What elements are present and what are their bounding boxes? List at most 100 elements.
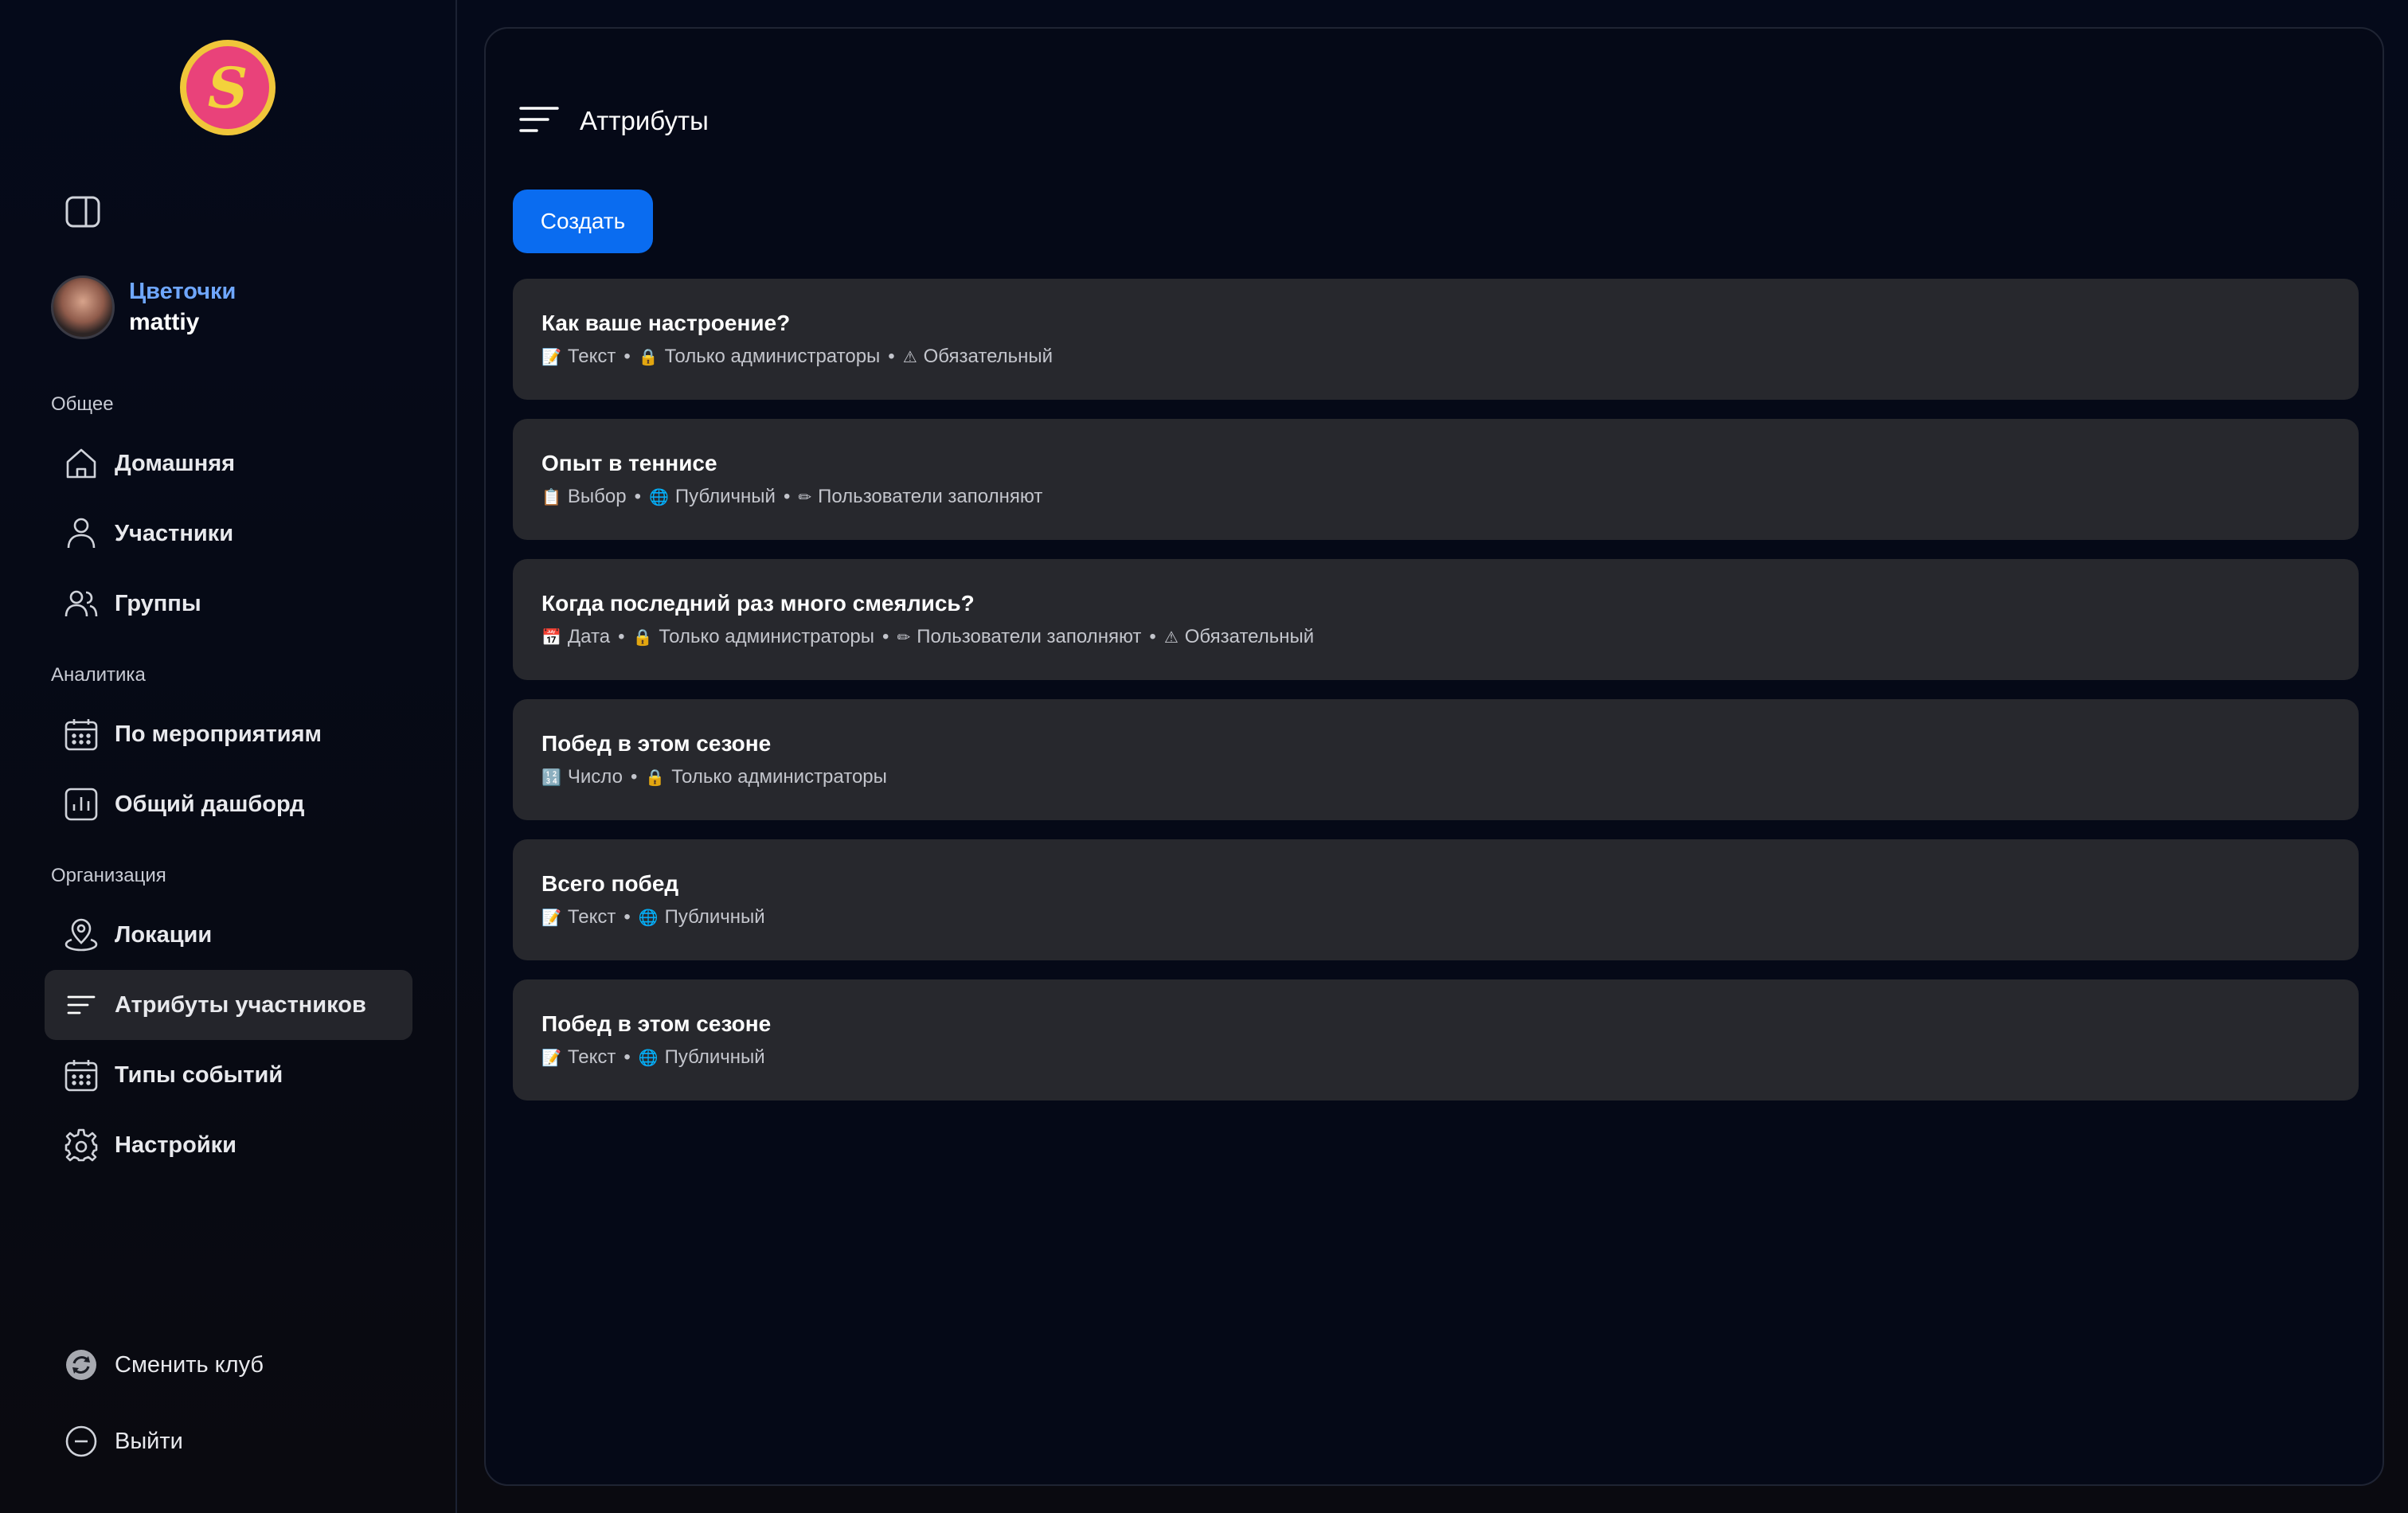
switch-club-button[interactable]: Сменить клуб [45, 1330, 412, 1400]
sidebar-item-locations[interactable]: Локации [45, 900, 412, 970]
meta-tag-icon: 🔒 [632, 627, 653, 647]
meta-tag-label: Обязательный [1184, 626, 1315, 647]
sidebar-item-participants[interactable]: Участники [45, 498, 412, 569]
meta-tag-icon: ✏ [897, 627, 911, 647]
sidebar-item-event-types[interactable]: Типы событий [45, 1040, 412, 1110]
sidebar-item-settings[interactable]: Настройки [45, 1110, 412, 1180]
meta-tag: 🌐 Публичный [639, 1045, 765, 1070]
meta-tag-label: Дата [567, 626, 611, 647]
meta-tag: 🔒 Только администраторы [645, 764, 887, 790]
attribute-card[interactable]: Побед в этом сезоне 📝 Текст • 🌐 Публичный [513, 979, 2359, 1101]
meta-separator: • [882, 626, 889, 647]
meta-tag-icon: 📋 [541, 487, 561, 506]
meta-tag: 📝 Текст [541, 905, 616, 930]
meta-tag: 🌐 Публичный [639, 905, 765, 930]
meta-tag: 🔒 Только администраторы [632, 624, 874, 650]
page-header: Аттрибуты [518, 104, 709, 139]
meta-tag-label: Публичный [674, 486, 776, 507]
sidebar-item-member-attributes[interactable]: Атрибуты участников [45, 970, 412, 1040]
calendar-icon [64, 1058, 99, 1093]
meta-tag: 🌐 Публичный [649, 484, 776, 510]
create-button[interactable]: Создать [513, 190, 653, 253]
meta-tag: ✏ Пользователи заполняют [897, 624, 1141, 650]
page-title: Аттрибуты [580, 106, 709, 135]
attribute-list: Как ваше настроение? 📝 Текст • 🔒 Только админ… [513, 279, 2359, 1120]
app-root: S Цветочки mattiy Общее Домашняя Участни… [0, 0, 2408, 1513]
meta-tag-icon: ⚠ [902, 347, 917, 366]
meta-tag-icon: 📝 [541, 908, 561, 927]
attribute-card[interactable]: Опыт в теннисе 📋 Выбор • 🌐 Публичный • ✏ Пользов… [513, 419, 2359, 540]
meta-tag-icon: 📝 [541, 1048, 561, 1067]
meta-tag-icon: 🌐 [638, 1048, 659, 1067]
location-icon [64, 917, 99, 952]
attribute-meta: 📝 Текст • 🌐 Публичный [541, 1045, 2359, 1070]
sidebar-item-groups[interactable]: Группы [45, 569, 412, 639]
meta-separator: • [634, 486, 642, 507]
user-name: mattiy [129, 309, 200, 335]
calendar-icon [64, 717, 99, 752]
avatar [51, 276, 115, 339]
meta-tag: 📝 Текст [541, 344, 616, 369]
meta-separator: • [624, 1046, 631, 1068]
sidebar-item-home[interactable]: Домашняя [45, 428, 412, 498]
meta-tag-label: Пользователи заполняют [917, 626, 1142, 647]
club-logo[interactable]: S [180, 40, 276, 135]
meta-tag-label: Выбор [567, 486, 627, 507]
users-icon [64, 586, 99, 621]
meta-tag: ⚠ Обязательный [1164, 624, 1314, 650]
attribute-card[interactable]: Когда последний раз много смеялись? 📅 Дата… [513, 559, 2359, 680]
attribute-title: Всего побед [541, 871, 679, 896]
main-panel: Аттрибуты Создать Как ваше настроение? 📝 Т… [484, 27, 2384, 1486]
meta-tag-label: Текст [567, 346, 616, 367]
user-profile[interactable]: Цветочки mattiy [51, 276, 236, 339]
attribute-meta: 📝 Текст • 🌐 Публичный [541, 905, 2359, 930]
meta-tag-label: Только администраторы [659, 626, 875, 647]
attribute-card[interactable]: Как ваше настроение? 📝 Текст • 🔒 Только админ… [513, 279, 2359, 400]
meta-tag: 🔢 Число [541, 764, 623, 790]
meta-tag-label: Число [567, 766, 623, 788]
meta-separator: • [624, 346, 631, 367]
attribute-card[interactable]: Побед в этом сезоне 🔢 Число • 🔒 Только админи… [513, 699, 2359, 820]
sidebar-toggle-button[interactable] [64, 194, 102, 229]
attribute-meta: 🔢 Число • 🔒 Только администраторы [541, 764, 2359, 790]
meta-tag-label: Пользователи заполняют [818, 486, 1043, 507]
refresh-icon [64, 1347, 99, 1382]
list-icon [64, 987, 99, 1022]
attribute-card[interactable]: Всего побед 📝 Текст • 🌐 Публичный [513, 839, 2359, 960]
meta-tag-label: Публичный [664, 1046, 765, 1068]
meta-tag-icon: ✏ [798, 487, 812, 506]
meta-separator: • [624, 906, 631, 928]
sidebar-toggle-icon [65, 196, 100, 228]
meta-tag-icon: 📅 [541, 627, 561, 647]
attribute-title: Как ваше настроение? [541, 311, 791, 335]
meta-separator: • [630, 766, 638, 788]
meta-tag-icon: 🔢 [541, 768, 561, 787]
meta-tag: 📋 Выбор [541, 484, 627, 510]
club-name: Цветочки [129, 279, 236, 304]
sidebar-item-by-events[interactable]: По мероприятиям [45, 699, 412, 769]
meta-tag-icon: 🌐 [649, 487, 669, 506]
meta-separator: • [783, 486, 791, 507]
meta-tag: ⚠ Обязательный [903, 344, 1053, 369]
meta-tag-icon: 🌐 [638, 908, 659, 927]
meta-tag: 📅 Дата [541, 624, 610, 650]
logout-button[interactable]: Выйти [45, 1406, 412, 1476]
meta-tag-icon: 🔒 [645, 768, 666, 787]
meta-tag-label: Обязательный [923, 346, 1054, 367]
section-label-general: Общее [51, 393, 114, 415]
attribute-title: Опыт в теннисе [541, 451, 717, 475]
attribute-meta: 📋 Выбор • 🌐 Публичный • ✏ Пользователи заполняю… [541, 484, 2359, 510]
meta-separator: • [618, 626, 625, 647]
section-label-analytics: Аналитика [51, 664, 146, 686]
meta-tag: 🔒 Только администраторы [639, 344, 881, 369]
meta-separator: • [888, 346, 895, 367]
meta-tag-label: Текст [567, 1046, 616, 1068]
attribute-title: Побед в этом сезоне [541, 1011, 772, 1036]
sidebar-item-dashboard[interactable]: Общий дашборд [45, 769, 412, 839]
meta-tag-icon: ⚠ [1163, 627, 1179, 647]
section-label-organization: Организация [51, 865, 166, 886]
meta-tag-icon: 📝 [541, 347, 561, 366]
logout-icon [64, 1424, 99, 1459]
chart-icon [64, 787, 99, 822]
list-icon [519, 107, 559, 132]
